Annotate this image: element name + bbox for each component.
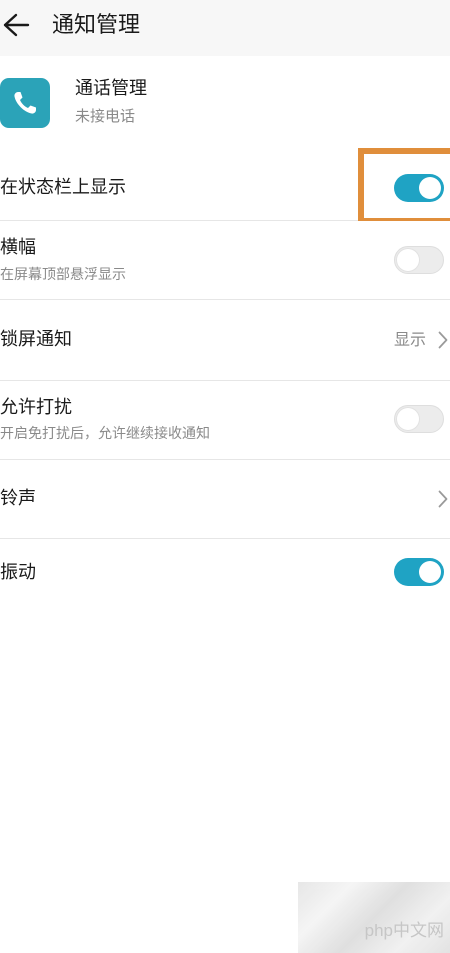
app-info: 通话管理 未接电话 bbox=[0, 56, 450, 154]
chevron-right-icon bbox=[438, 331, 448, 349]
setting-allow-disturb-label: 允许打扰 bbox=[0, 397, 72, 418]
watermark-text: php中文网 bbox=[364, 921, 444, 940]
page-title: 通知管理 bbox=[52, 13, 141, 38]
setting-lock-screen-label: 锁屏通知 bbox=[0, 329, 72, 350]
allow-disturb-toggle[interactable] bbox=[394, 405, 444, 433]
setting-banner-subtitle: 在屏幕顶部悬浮显示 bbox=[0, 267, 126, 283]
setting-ringtone[interactable]: 铃声 bbox=[0, 460, 450, 538]
chevron-right-icon bbox=[438, 490, 448, 508]
banner-toggle[interactable] bbox=[394, 246, 444, 274]
phone-icon bbox=[14, 92, 36, 114]
setting-allow-disturb-subtitle: 开启免打扰后，允许继续接收通知 bbox=[0, 426, 210, 442]
app-subtitle: 未接电话 bbox=[75, 107, 136, 125]
lock-screen-value: 显示 bbox=[394, 330, 427, 349]
setting-ringtone-label: 铃声 bbox=[0, 488, 36, 509]
phone-app-icon bbox=[0, 78, 50, 128]
arrow-left-icon bbox=[3, 13, 30, 37]
setting-banner-label: 横幅 bbox=[0, 237, 36, 258]
setting-vibrate-label: 振动 bbox=[0, 562, 36, 583]
vibrate-toggle[interactable] bbox=[394, 558, 444, 586]
toggle-knob bbox=[419, 561, 441, 583]
setting-lock-screen[interactable]: 锁屏通知 显示 bbox=[0, 300, 450, 380]
setting-banner[interactable]: 横幅 在屏幕顶部悬浮显示 bbox=[0, 221, 450, 299]
toggle-knob bbox=[397, 408, 419, 430]
toggle-knob bbox=[397, 249, 419, 271]
top-bar: 通知管理 bbox=[0, 0, 450, 56]
watermark: php中文网 bbox=[298, 882, 450, 953]
setting-allow-disturb[interactable]: 允许打扰 开启免打扰后，允许继续接收通知 bbox=[0, 381, 450, 459]
back-button[interactable] bbox=[0, 6, 36, 46]
setting-status-bar-label: 在状态栏上显示 bbox=[0, 177, 126, 198]
app-name: 通话管理 bbox=[75, 78, 147, 99]
highlight-annotation bbox=[358, 148, 450, 224]
setting-vibrate[interactable]: 振动 bbox=[0, 539, 450, 607]
